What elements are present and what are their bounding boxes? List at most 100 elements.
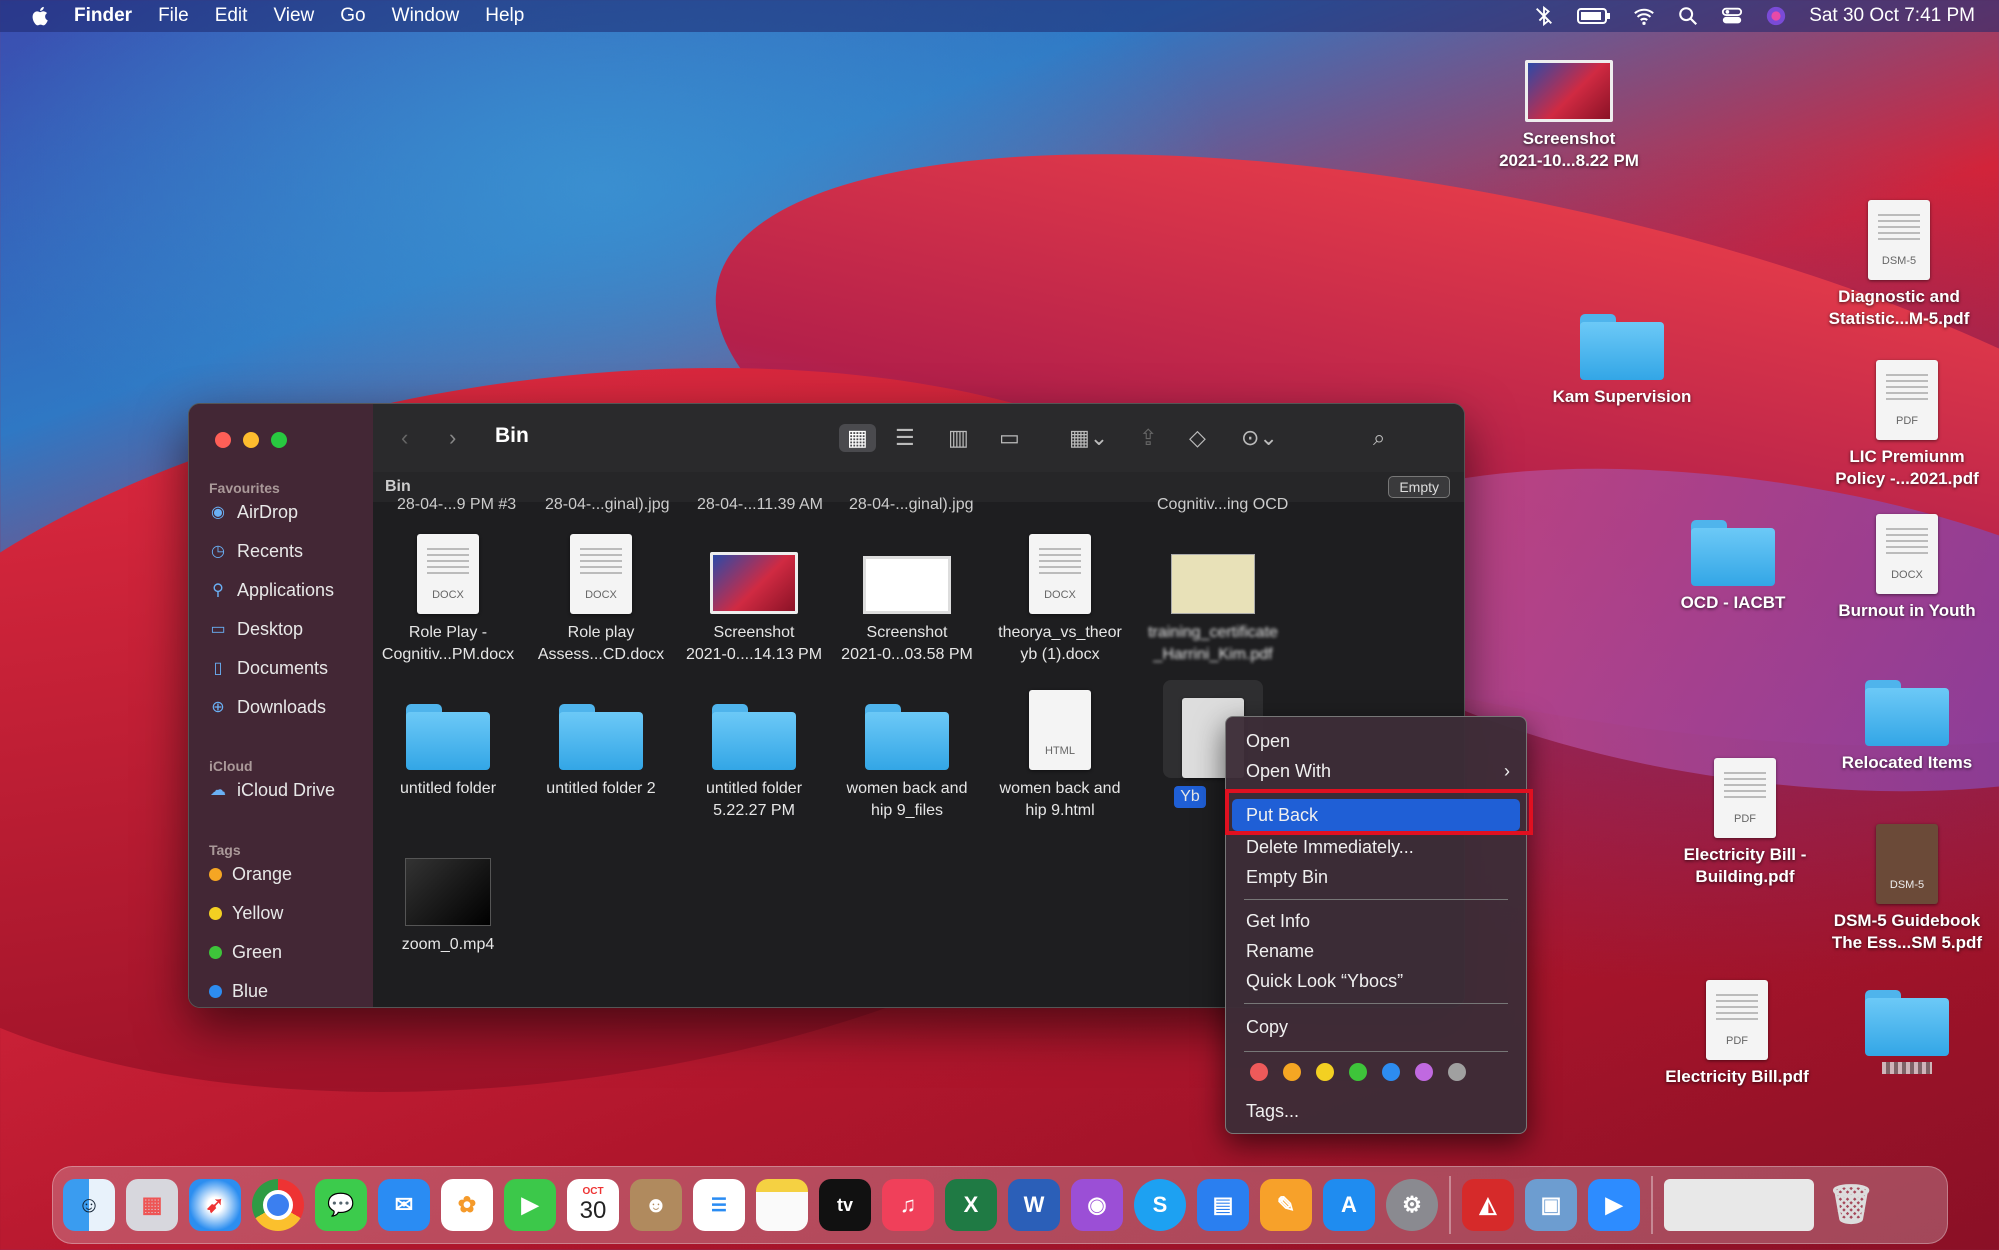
file-item[interactable]: Screenshot 2021-0...03.58 PM (832, 524, 982, 666)
truncated-file-label[interactable]: Cognitiv...ing OCD (1157, 496, 1288, 514)
group-by-icon[interactable]: ▦⌄ (1069, 424, 1108, 452)
sidebar-item-airdrop[interactable]: ◉ AirDrop (209, 502, 298, 523)
sidebar-item-icloud-drive[interactable]: ☁ iCloud Drive (209, 780, 335, 801)
truncated-file-label[interactable]: 28-04-...ginal).jpg (849, 496, 974, 514)
desktop-icon[interactable] (1822, 990, 1992, 1074)
launchpad-app-icon[interactable]: ▦ (126, 1179, 178, 1231)
empty-bin-button[interactable]: Empty (1388, 476, 1450, 498)
bluetooth-off-icon[interactable] (1533, 5, 1555, 27)
close-button[interactable] (215, 432, 231, 448)
downloads-stack-icon[interactable] (1664, 1179, 1814, 1231)
folder-item[interactable]: women back and hip 9_files (832, 680, 982, 822)
menubar-clock[interactable]: Sat 30 Oct 7:41 PM (1809, 5, 1975, 27)
pages-app-icon[interactable]: ✎ (1260, 1179, 1312, 1231)
menu-app-finder[interactable]: Finder (74, 5, 132, 27)
tag-blue-swatch[interactable] (1382, 1063, 1400, 1081)
menu-item-open-with[interactable]: Open With › (1246, 757, 1510, 785)
photos-app-icon[interactable]: ✿ (441, 1179, 493, 1231)
facetime-app-icon[interactable]: ▶ (504, 1179, 556, 1231)
skype-app-icon[interactable]: S (1134, 1179, 1186, 1231)
tag-yellow-swatch[interactable] (1316, 1063, 1334, 1081)
menu-item-empty-bin[interactable]: Empty Bin (1246, 863, 1328, 891)
word-app-icon[interactable]: W (1008, 1179, 1060, 1231)
file-item[interactable]: Screenshot 2021-0....14.13 PM (679, 524, 829, 666)
tag-icon[interactable]: ◇ (1189, 424, 1206, 452)
mail-app-icon[interactable]: ✉ (378, 1179, 430, 1231)
menu-go[interactable]: Go (340, 5, 365, 27)
folder-item[interactable]: untitled folder 2 (526, 680, 676, 800)
bin-trash-icon[interactable]: 🗑 (1825, 1179, 1877, 1231)
minimize-button[interactable] (243, 432, 259, 448)
menu-file[interactable]: File (158, 5, 189, 27)
preview-app-icon[interactable]: ▣ (1525, 1179, 1577, 1231)
sidebar-item-desktop[interactable]: ▭ Desktop (209, 619, 303, 640)
desktop-icon[interactable]: PDF Electricity Bill - Building.pdf (1660, 758, 1830, 888)
music-app-icon[interactable]: ♫ (882, 1179, 934, 1231)
tag-gray-swatch[interactable] (1448, 1063, 1466, 1081)
zoom-app-icon[interactable]: ▶ (1588, 1179, 1640, 1231)
folder-item[interactable]: untitled folder 5.22.27 PM (679, 680, 829, 822)
tv-app-icon[interactable]: tv (819, 1179, 871, 1231)
menu-item-delete-immediately[interactable]: Delete Immediately... (1246, 833, 1414, 861)
sidebar-tag-yellow[interactable]: Yellow (209, 903, 283, 924)
list-view-icon[interactable]: ☰ (895, 424, 915, 452)
desktop-icon[interactable]: OCD - IACBT (1648, 520, 1818, 614)
column-view-icon[interactable]: ▥ (948, 424, 969, 452)
truncated-file-label[interactable]: 28-04-...9 PM #3 (397, 496, 516, 514)
menu-item-open[interactable]: Open (1246, 727, 1290, 755)
truncated-file-label[interactable]: 28-04-...11.39 AM (697, 496, 823, 514)
sidebar-tag-orange[interactable]: Orange (209, 864, 292, 885)
desktop-icon[interactable]: DOCX Burnout in Youth (1822, 514, 1992, 622)
reminders-app-icon[interactable]: ☰ (693, 1179, 745, 1231)
chrome-app-icon[interactable] (252, 1179, 304, 1231)
menu-view[interactable]: View (273, 5, 314, 27)
tag-purple-swatch[interactable] (1415, 1063, 1433, 1081)
icon-view-icon[interactable]: ▦ (839, 424, 876, 452)
control-center-icon[interactable] (1721, 5, 1743, 27)
contacts-app-icon[interactable]: ☻ (630, 1179, 682, 1231)
podcasts-app-icon[interactable]: ◉ (1071, 1179, 1123, 1231)
safari-app-icon[interactable]: ➹ (189, 1179, 241, 1231)
desktop-icon[interactable]: DSM-5 DSM-5 Guidebook The Ess...SM 5.pdf (1822, 824, 1992, 954)
keynote-app-icon[interactable]: ▤ (1197, 1179, 1249, 1231)
gallery-view-icon[interactable]: ▭ (999, 424, 1020, 452)
desktop-icon[interactable]: DSM-5 Diagnostic and Statistic...M-5.pdf (1814, 200, 1984, 330)
desktop-icon[interactable]: Relocated Items (1822, 680, 1992, 774)
sidebar-tag-blue[interactable]: Blue (209, 981, 268, 1002)
share-icon[interactable]: ⇪ (1139, 424, 1157, 452)
battery-icon[interactable] (1577, 5, 1611, 27)
more-actions-icon[interactable]: ⊙⌄ (1241, 424, 1278, 452)
sidebar-item-documents[interactable]: ▯ Documents (209, 658, 328, 679)
messages-app-icon[interactable]: 💬 (315, 1179, 367, 1231)
notes-app-icon[interactable] (756, 1179, 808, 1231)
file-item[interactable]: HTML women back and hip 9.html (985, 680, 1135, 822)
siri-icon[interactable] (1765, 5, 1787, 27)
acrobat-app-icon[interactable]: ◭ (1462, 1179, 1514, 1231)
menu-item-quick-look[interactable]: Quick Look “Ybocs” (1246, 967, 1403, 995)
tag-red-swatch[interactable] (1250, 1063, 1268, 1081)
excel-app-icon[interactable]: X (945, 1179, 997, 1231)
desktop-icon[interactable]: Kam Supervision (1537, 314, 1707, 408)
calendar-app-icon[interactable]: OCT 30 (567, 1179, 619, 1231)
menu-item-copy[interactable]: Copy (1246, 1013, 1288, 1041)
menu-item-get-info[interactable]: Get Info (1246, 907, 1310, 935)
finder-app-icon[interactable]: ☺ (63, 1179, 115, 1231)
tag-orange-swatch[interactable] (1283, 1063, 1301, 1081)
search-icon[interactable]: ⌕ (1373, 424, 1385, 452)
desktop-icon[interactable]: Screenshot 2021-10...8.22 PM (1484, 60, 1654, 172)
file-item[interactable]: DOCX Role play Assess...CD.docx (526, 524, 676, 666)
menu-item-tags[interactable]: Tags... (1246, 1097, 1299, 1125)
back-chevron-icon[interactable]: ‹ (401, 424, 408, 452)
desktop-icon[interactable]: PDF Electricity Bill.pdf (1652, 980, 1822, 1088)
tag-green-swatch[interactable] (1349, 1063, 1367, 1081)
zoom-button[interactable] (271, 432, 287, 448)
file-item[interactable]: zoom_0.mp4 (373, 836, 523, 956)
sidebar-item-recents[interactable]: ◷ Recents (209, 541, 303, 562)
menu-help[interactable]: Help (485, 5, 524, 27)
desktop-icon[interactable]: PDF LIC Premiunm Policy -...2021.pdf (1822, 360, 1992, 490)
folder-item[interactable]: untitled folder (373, 680, 523, 800)
menu-edit[interactable]: Edit (215, 5, 248, 27)
file-item[interactable]: DOCX Role Play - Cognitiv...PM.docx (373, 524, 523, 666)
sidebar-item-downloads[interactable]: ⊕ Downloads (209, 697, 326, 718)
sidebar-item-applications[interactable]: ⚲ Applications (209, 580, 334, 601)
